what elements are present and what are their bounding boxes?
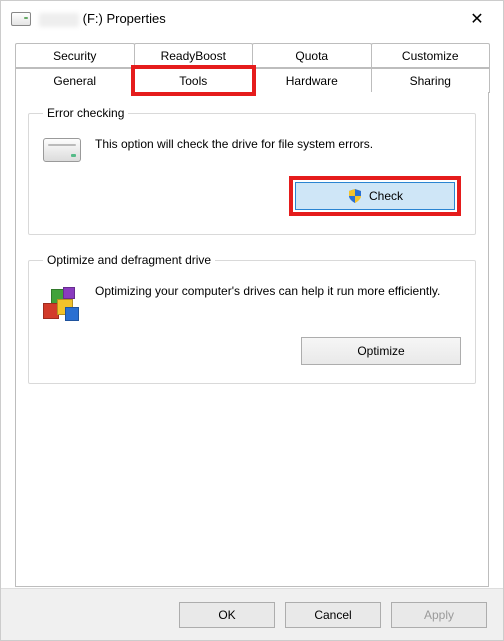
optimize-button[interactable]: Optimize [301, 337, 461, 365]
hdd-icon [43, 138, 81, 162]
check-button[interactable]: Check [295, 182, 455, 210]
titlebar: (F:) Properties ✕ [1, 1, 503, 37]
shield-icon [347, 188, 363, 204]
title-suffix: (F:) Properties [83, 11, 166, 26]
optimize-text: Optimizing your computer's drives can he… [95, 283, 461, 323]
cancel-button[interactable]: Cancel [285, 602, 381, 628]
optimize-legend: Optimize and defragment drive [43, 253, 215, 267]
optimize-group: Optimize and defragment drive Optimizing… [28, 253, 476, 384]
tab-tools[interactable]: Tools [134, 68, 254, 93]
drive-icon [11, 12, 31, 26]
tab-customize[interactable]: Customize [371, 43, 491, 68]
check-button-highlight-wrap: Check [289, 176, 461, 216]
check-button-label: Check [369, 189, 403, 203]
dialog-footer: OK Cancel Apply [1, 588, 503, 640]
ok-button[interactable]: OK [179, 602, 275, 628]
error-checking-text: This option will check the drive for fil… [95, 136, 461, 162]
tab-readyboost[interactable]: ReadyBoost [134, 43, 254, 68]
apply-button[interactable]: Apply [391, 602, 487, 628]
error-checking-legend: Error checking [43, 106, 128, 120]
close-button[interactable]: ✕ [455, 4, 499, 34]
tabs: Security ReadyBoost Quota Customize Gene… [1, 37, 503, 93]
window-title: (F:) Properties [39, 11, 166, 27]
error-checking-group: Error checking This option will check th… [28, 106, 476, 235]
close-icon: ✕ [470, 9, 483, 29]
tab-content: Error checking This option will check th… [15, 92, 489, 587]
tab-security[interactable]: Security [15, 43, 135, 68]
tab-general[interactable]: General [15, 68, 135, 93]
optimize-button-label: Optimize [357, 344, 404, 358]
defrag-icon [43, 285, 81, 323]
tab-sharing[interactable]: Sharing [371, 68, 491, 93]
tab-quota[interactable]: Quota [252, 43, 372, 68]
properties-dialog: (F:) Properties ✕ Security ReadyBoost Qu… [0, 0, 504, 641]
redacted-drive-label [39, 13, 79, 27]
tab-hardware[interactable]: Hardware [252, 68, 372, 93]
